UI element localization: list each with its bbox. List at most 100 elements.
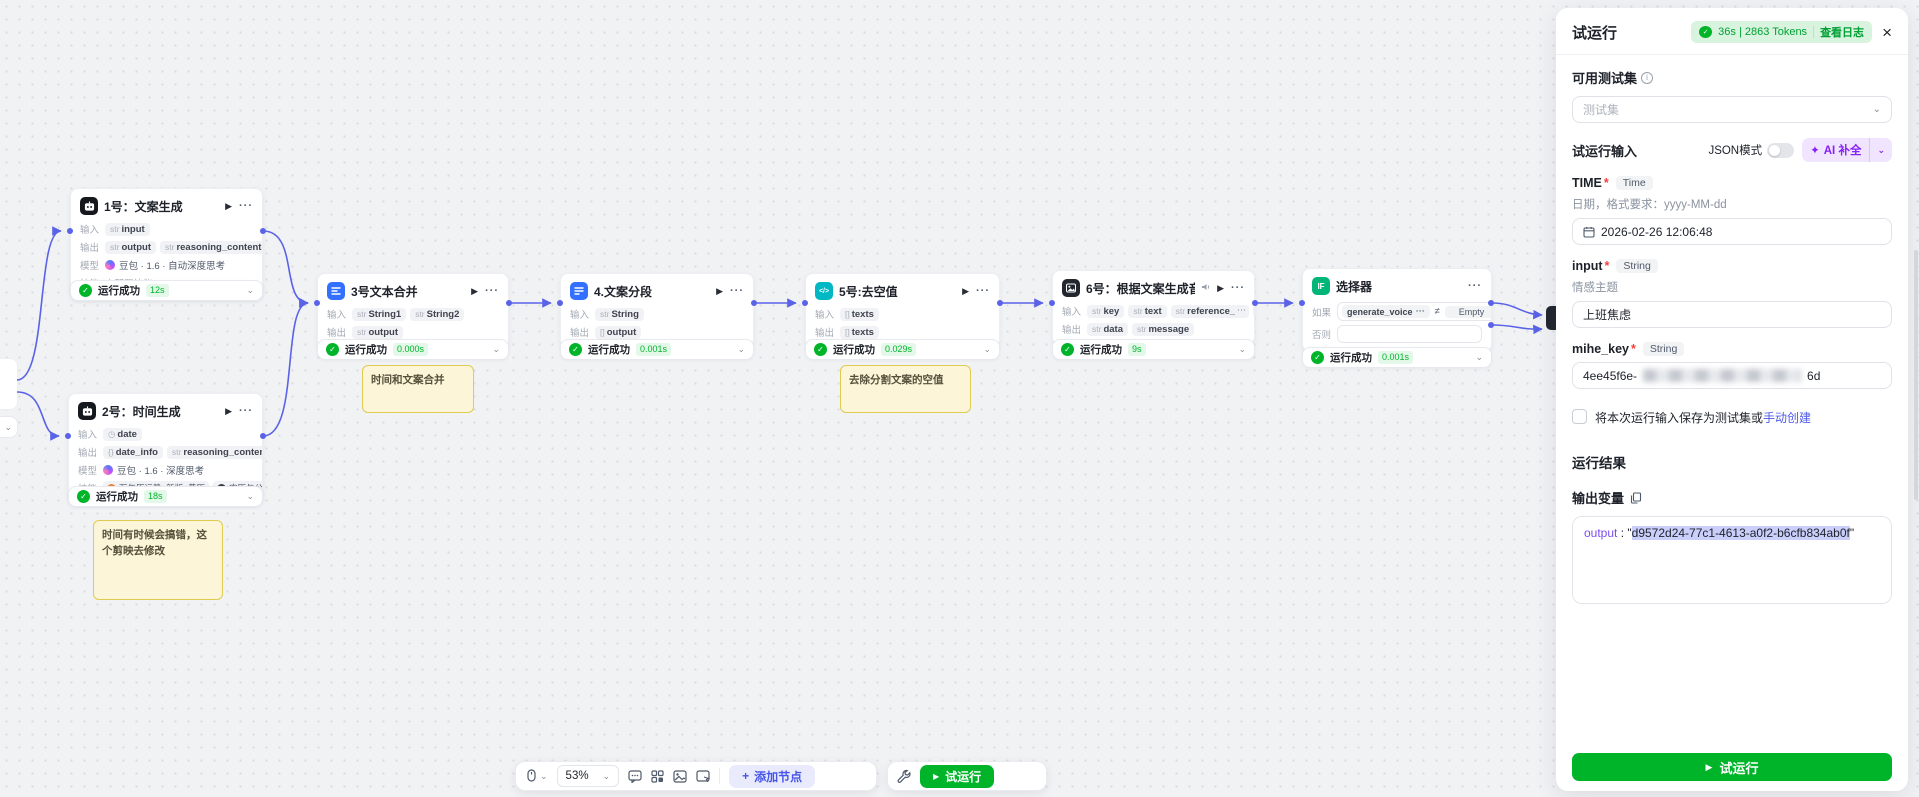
play-icon[interactable]: ▶ — [962, 286, 969, 297]
doubao-model-icon — [105, 260, 115, 270]
volume-icon — [1201, 279, 1211, 297]
chevron-down-icon[interactable]: ⌄ — [1475, 352, 1483, 363]
mouse-mode-button[interactable]: ⌄ — [525, 769, 548, 783]
node5-status[interactable]: ✓ 运行成功 0.029s ⌄ — [805, 339, 1000, 360]
manual-create-link[interactable]: 手动创建 — [1763, 411, 1811, 425]
offscreen-end-node[interactable] — [1546, 306, 1556, 330]
more-icon[interactable]: ··· — [730, 285, 744, 297]
save-testset-checkbox[interactable] — [1572, 409, 1587, 424]
chevron-down-icon[interactable]: ⌄ — [492, 344, 500, 355]
node-audio-generate[interactable]: 6号：根据文案生成音频内容 ▶ ··· 输入 strkey strtext str… — [1052, 270, 1255, 345]
add-node-button[interactable]: + 添加节点 — [729, 764, 816, 788]
json-mode-label: JSON模式 — [1708, 145, 1763, 157]
node-selector[interactable]: IF 选择器 ··· 如果 generate_voice ⋯ ≠ Empty 否则 — [1302, 268, 1492, 352]
code-icon: </> — [815, 282, 833, 300]
node-remove-empty[interactable]: </> 5号:去空值 ▶ ··· 输入 [] texts 输出 [] texts — [805, 273, 1000, 348]
chevron-down-icon[interactable]: ⌄ — [246, 285, 254, 296]
node1-status[interactable]: ✓ 运行成功 12s ⌄ — [70, 280, 263, 301]
chevron-down-icon: ⌄ — [1877, 144, 1885, 155]
play-icon[interactable]: ▶ — [225, 201, 232, 212]
ai-complete-dropdown[interactable]: ⌄ — [1869, 138, 1892, 162]
more-icon[interactable]: ··· — [239, 405, 253, 417]
node6-status[interactable]: ✓ 运行成功 9s ⌄ — [1052, 339, 1255, 360]
output-key: output — [1584, 526, 1618, 540]
wrench-icon[interactable] — [897, 769, 911, 783]
var-pill: str text — [1128, 304, 1167, 318]
play-icon[interactable]: ▶ — [1217, 283, 1224, 294]
ai-complete-button[interactable]: ✦ AI 补全 — [1802, 138, 1869, 162]
var-pill: str message — [1132, 322, 1195, 336]
run-summary-badge[interactable]: ✓ 36s | 2863 Tokens 查看日志 — [1691, 21, 1873, 43]
else-branch-box[interactable] — [1337, 325, 1482, 343]
audio-plugin-icon — [1062, 279, 1080, 297]
comment-button[interactable] — [628, 769, 642, 783]
node-text-split[interactable]: 4.文案分段 ▶ ··· 输入 str String 输出 [] output — [560, 273, 754, 348]
chevron-down-icon[interactable]: ⌄ — [1238, 344, 1246, 355]
var-pill: [] output — [595, 325, 642, 339]
chevron-down-icon[interactable]: ⌄ — [246, 491, 254, 502]
chevron-down-icon[interactable]: ⌄ — [983, 344, 991, 355]
condition-value: Empty — [1444, 305, 1491, 318]
test-run-button[interactable]: ▶ 试运行 — [920, 764, 995, 788]
row-label: 输入 — [570, 310, 590, 321]
more-icon[interactable]: ··· — [1468, 280, 1482, 292]
save-testset-text: 将本次运行输入保存为测试集或手动创建 — [1595, 411, 1812, 425]
success-check-icon: ✓ — [326, 343, 339, 356]
duration-badge: 9s — [1128, 343, 1146, 356]
offscreen-start-node[interactable] — [0, 358, 18, 410]
input-field[interactable]: 上班焦虑 — [1572, 301, 1892, 328]
more-icon[interactable]: ··· — [485, 285, 499, 297]
zoom-select[interactable]: 53% ⌄ — [556, 765, 620, 787]
workflow-canvas[interactable]: ⌄ 1号：文案生成 ▶ ··· 输入 str input 输出 str output … — [0, 0, 1919, 797]
time-input[interactable]: 2026-02-26 12:06:48 — [1572, 218, 1892, 245]
play-icon[interactable]: ▶ — [225, 406, 232, 417]
chevron-down-icon[interactable]: ⌄ — [737, 344, 745, 355]
offscreen-start-node-status[interactable]: ⌄ — [0, 416, 18, 438]
more-icon[interactable]: ··· — [1231, 282, 1245, 294]
run-stats: 36s | 2863 Tokens — [1718, 26, 1808, 38]
play-icon[interactable]: ▶ — [471, 286, 478, 297]
selector-status[interactable]: ✓ 运行成功 0.001s ⌄ — [1302, 347, 1492, 368]
copy-icon[interactable] — [1630, 491, 1642, 504]
close-icon[interactable]: × — [1882, 24, 1892, 41]
node3-status[interactable]: ✓ 运行成功 0.000s ⌄ — [317, 339, 509, 360]
sticky-note[interactable]: 时间和文案合并 — [362, 365, 474, 413]
more-icon[interactable]: ··· — [239, 200, 253, 212]
auto-layout-button[interactable] — [651, 769, 664, 783]
play-icon: ▶ — [933, 771, 940, 781]
more-icon[interactable]: ··· — [976, 285, 990, 297]
field-type-tag: Time — [1615, 176, 1653, 190]
var-pill: [] texts — [840, 325, 879, 339]
more-icon: ⋯ — [1415, 306, 1425, 316]
view-log-link[interactable]: 查看日志 — [1820, 24, 1864, 40]
json-mode-toggle[interactable] — [1767, 142, 1795, 158]
field-desc: 情感主题 — [1572, 282, 1618, 294]
node4-status[interactable]: ✓ 运行成功 0.001s ⌄ — [560, 339, 754, 360]
node-text-merge[interactable]: 3号文本合并 ▶ ··· 输入 str String1 str String2 输出 … — [317, 273, 509, 348]
chevron-down-icon: ⌄ — [540, 770, 548, 781]
node2-status[interactable]: ✓ 运行成功 18s ⌄ — [68, 486, 263, 507]
test-run-panel: 试运行 ✓ 36s | 2863 Tokens 查看日志 × 可用测试集 i 测试… — [1556, 8, 1908, 791]
sticky-note[interactable]: 时间有时候会搞错，这个剪映去修改 — [93, 520, 223, 600]
play-icon[interactable]: ▶ — [716, 286, 723, 297]
duration-badge: 0.000s — [393, 343, 429, 356]
output-result-box[interactable]: output : "d9572d24-77c1-4613-a0f2-b6cfb8… — [1572, 516, 1892, 604]
var-pill: {} date_info — [103, 445, 163, 459]
condition-box[interactable]: generate_voice ⋯ ≠ Empty — [1337, 302, 1491, 321]
export-image-button[interactable] — [673, 769, 687, 783]
time-value: 2026-02-26 12:06:48 — [1601, 224, 1713, 239]
duration-badge: 12s — [146, 284, 169, 297]
var-pill: str output — [105, 240, 156, 254]
overflow-indicator[interactable]: ⋯ — [1234, 305, 1249, 316]
info-icon[interactable]: i — [1641, 71, 1654, 84]
sticky-note[interactable]: 去除分割文案的空值 — [840, 365, 971, 413]
viewport-scrollbar[interactable] — [1914, 250, 1918, 500]
row-label: 如果 — [1312, 307, 1332, 319]
frame-select-button[interactable] — [696, 769, 711, 783]
success-check-icon: ✓ — [1061, 343, 1074, 356]
panel-test-run-button[interactable]: ▶ 试运行 — [1572, 753, 1892, 781]
mihe-key-field[interactable]: 4ee45f6e- 6d — [1572, 362, 1892, 389]
var-pill: ◷ date — [103, 427, 142, 441]
testset-select[interactable]: 测试集 ⌄ — [1572, 96, 1892, 123]
duration-badge: 0.001s — [636, 343, 672, 356]
